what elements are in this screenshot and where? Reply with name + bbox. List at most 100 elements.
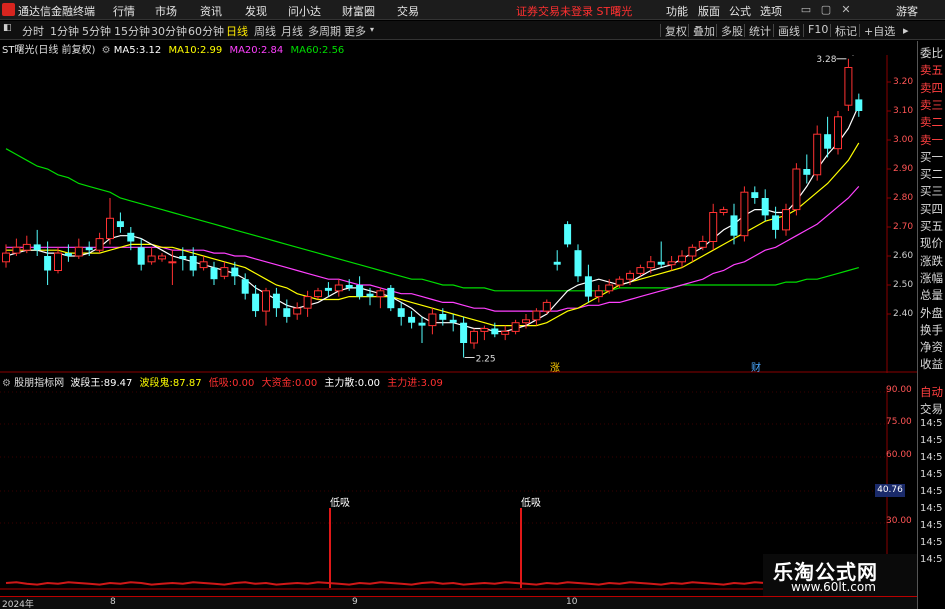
candlestick-chart[interactable]: 3.28 2.25 涨 财 xyxy=(0,55,917,373)
period-day[interactable]: 日线 xyxy=(226,23,248,39)
app-logo-icon xyxy=(2,3,15,16)
expand-icon[interactable]: ▸ xyxy=(903,24,909,37)
indicator-tick: 75.00 xyxy=(886,417,912,427)
period-15min[interactable]: 15分钟 xyxy=(114,23,150,39)
tool-f10[interactable]: F10 xyxy=(808,23,828,36)
candle-body-up xyxy=(698,241,707,248)
candle-body-up xyxy=(95,238,104,251)
candle-body-up xyxy=(501,330,510,335)
candle-body-down xyxy=(44,256,52,271)
menu-gongneng[interactable]: 功能 xyxy=(666,3,688,19)
candle-body-down xyxy=(439,314,447,320)
menu-wenxiaoda[interactable]: 问小达 xyxy=(288,3,321,19)
quote-label: 买二 xyxy=(920,167,943,182)
candle-body-down xyxy=(460,322,468,343)
quote-label: 卖二 xyxy=(920,115,943,130)
quote-label: 买三 xyxy=(920,184,943,199)
tool-duogu[interactable]: 多股 xyxy=(721,23,743,39)
tick-time: 14:5 xyxy=(920,554,943,565)
period-30min[interactable]: 30分钟 xyxy=(151,23,187,39)
quote-panel: 委比 卖五 卖四 卖三 卖二 卖一 买一 买二 买三 买四 买五 现价 涨跌 涨幅 总量 外盘 换手 净资 收益 自动… xyxy=(917,41,945,609)
quote-label: 换手 xyxy=(920,322,943,337)
period-more[interactable]: 更多 xyxy=(344,23,366,39)
candle-body-up xyxy=(74,246,83,257)
candle-body-down xyxy=(272,293,280,309)
menu-caifuquan[interactable]: 财富圈 xyxy=(342,3,375,19)
candle-body-down xyxy=(824,134,832,149)
quote-label: 收益 xyxy=(920,357,943,372)
tool-fuquan[interactable]: 复权 xyxy=(665,23,687,39)
candle-body-down xyxy=(241,279,249,294)
candle-body-up xyxy=(646,261,655,269)
candle-body-up xyxy=(740,191,749,237)
menu-shichang[interactable]: 市场 xyxy=(155,3,177,19)
tick-time: 14:5 xyxy=(920,537,943,548)
candle-body-down xyxy=(761,198,769,216)
menu-gongshi[interactable]: 公式 xyxy=(729,3,751,19)
indicator-tick: 60.00 xyxy=(886,450,912,460)
tool-biaoji[interactable]: 标记 xyxy=(835,23,857,39)
candle-body-down xyxy=(408,316,416,323)
price-tick: 2.40 xyxy=(893,309,914,319)
menu-jiaoyi[interactable]: 交易 xyxy=(397,3,419,19)
tick-time: 14:5 xyxy=(920,452,943,463)
tool-zixuan[interactable]: +自选 xyxy=(864,23,895,39)
period-5min[interactable]: 5分钟 xyxy=(82,23,111,39)
candle-body-down xyxy=(85,247,93,251)
candle-body-up xyxy=(54,252,62,272)
sub-indicator-line: ⚙ 股朋指标网 波段王:89.47 波段鬼:87.87 低吸:0.00 大资金:… xyxy=(2,374,443,389)
candle-body-up xyxy=(782,209,790,231)
tool-diejia[interactable]: 叠加 xyxy=(693,23,715,39)
candle-body-down xyxy=(803,169,811,175)
candle-body-up xyxy=(844,67,853,106)
candle-body-up xyxy=(511,322,520,332)
period-1min[interactable]: 1分钟 xyxy=(50,23,79,39)
period-multi[interactable]: 多周期 xyxy=(308,23,341,39)
prev-icon[interactable]: ◧ xyxy=(3,23,12,33)
event-flag: 财 xyxy=(751,361,761,373)
auto-trade-label[interactable]: 自动 xyxy=(920,384,943,400)
separator xyxy=(773,24,774,37)
quote-label: 委比 xyxy=(920,46,943,60)
candle-body-up xyxy=(688,246,697,257)
candle-body-down xyxy=(356,285,364,297)
low-buy-signal-label: 低吸 xyxy=(521,496,541,509)
candle-body-up xyxy=(719,209,728,214)
candle-body-down xyxy=(574,250,582,277)
tool-tongji[interactable]: 统计 xyxy=(749,23,771,39)
menu-zixun[interactable]: 资讯 xyxy=(200,3,222,19)
high-price-label: 3.28 xyxy=(816,55,836,65)
menu-xuanxiang[interactable]: 选项 xyxy=(760,3,782,19)
candle-body-down xyxy=(387,287,395,309)
candle-body-down xyxy=(231,267,239,277)
candle-body-down xyxy=(657,261,665,265)
menu-banmian[interactable]: 版面 xyxy=(698,3,720,19)
event-flag: 涨 xyxy=(550,362,560,373)
price-tick: 3.20 xyxy=(893,77,914,87)
close-icon[interactable]: ✕ xyxy=(838,2,854,18)
period-fenshi[interactable]: 分时 xyxy=(22,23,44,39)
period-week[interactable]: 周线 xyxy=(254,23,276,39)
tick-time: 14:5 xyxy=(920,503,943,514)
candle-body-up xyxy=(834,116,842,150)
candle-body-down xyxy=(855,99,863,111)
tool-huaxian[interactable]: 画线 xyxy=(778,23,800,39)
candle-body-up xyxy=(542,301,551,312)
auto-trade-label[interactable]: 交易 xyxy=(920,401,943,417)
candle-body-up xyxy=(480,328,489,332)
tick-time: 14:5 xyxy=(920,469,943,480)
period-month[interactable]: 月线 xyxy=(281,23,303,39)
watermark-url: www.60lt.com xyxy=(791,580,876,594)
candle-body-down xyxy=(252,293,260,312)
more-chevron-icon[interactable]: ▾ xyxy=(370,25,374,34)
guest-label[interactable]: 游客 xyxy=(896,3,918,19)
window-icon[interactable]: ▢ xyxy=(818,2,834,18)
period-60min[interactable]: 60分钟 xyxy=(188,23,224,39)
quote-label: 买四 xyxy=(920,201,943,216)
candle-body-down xyxy=(730,215,738,236)
tick-time: 14:5 xyxy=(920,486,943,497)
menu-faxian[interactable]: 发现 xyxy=(245,3,267,19)
menu-hangqing[interactable]: 行情 xyxy=(113,3,135,19)
minimize-icon[interactable]: ▭ xyxy=(798,2,814,18)
candle-body-down xyxy=(449,319,457,323)
